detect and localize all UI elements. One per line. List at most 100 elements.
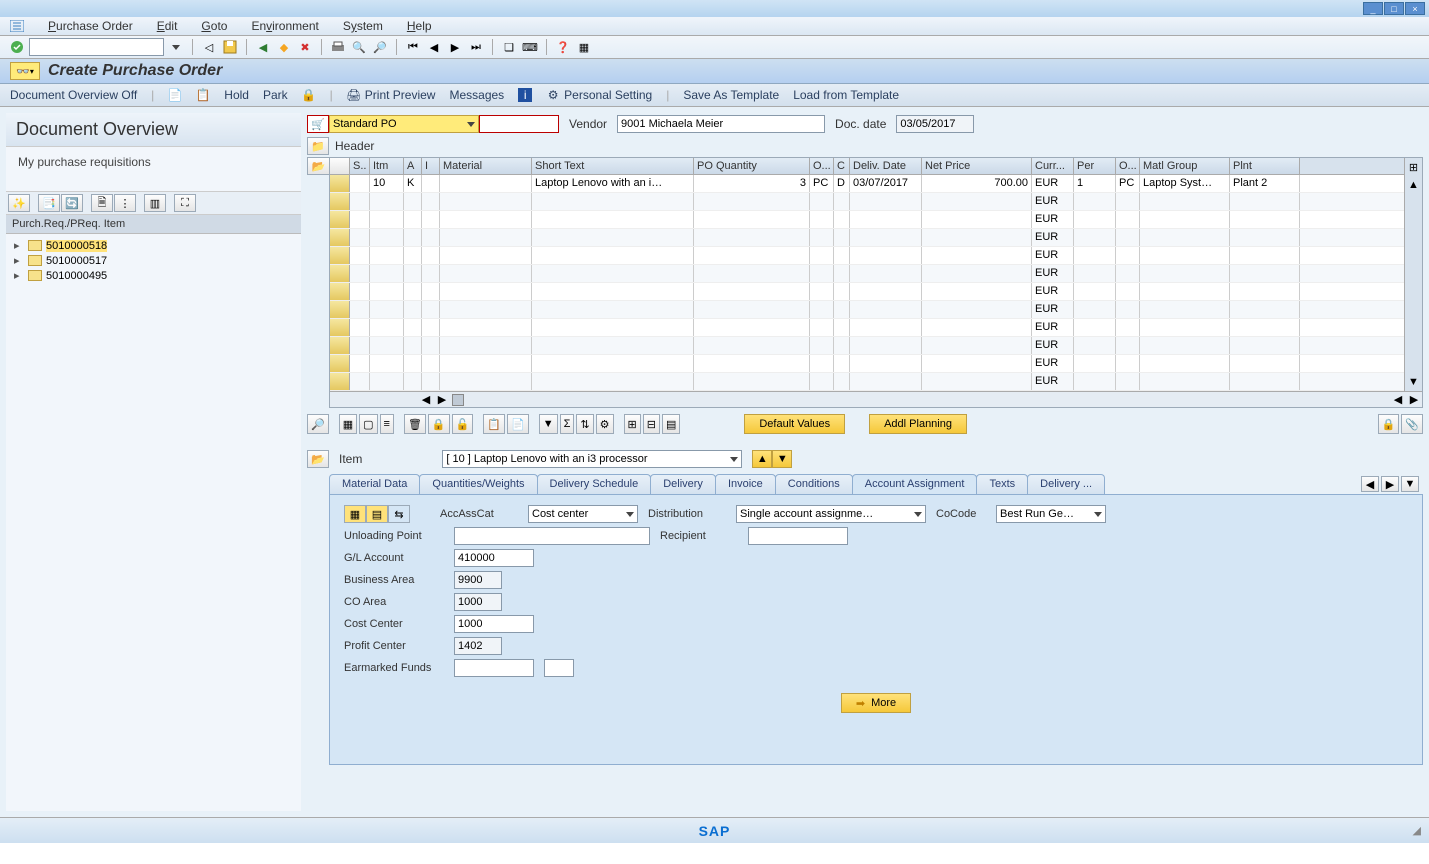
grid-cell[interactable] (810, 229, 834, 246)
resize-corner-icon[interactable]: ◢ (1413, 824, 1421, 837)
grid-cell[interactable] (422, 247, 440, 264)
grid-cell[interactable]: PC (810, 175, 834, 192)
grid-cell[interactable] (850, 283, 922, 300)
table-row[interactable]: EUR (330, 211, 1404, 229)
grid-cell[interactable] (350, 301, 370, 318)
grid-cell[interactable] (1140, 373, 1230, 390)
expand-icon[interactable]: ⊞ (624, 414, 641, 434)
grid-cell[interactable] (532, 193, 694, 210)
row-selector[interactable] (330, 211, 350, 228)
settings2-icon[interactable]: ⚙ (596, 414, 614, 434)
grid-cell[interactable] (1074, 247, 1116, 264)
table-row[interactable]: EUR (330, 337, 1404, 355)
check-icon[interactable]: 🔒 (302, 88, 316, 102)
cost-center-input[interactable] (454, 615, 534, 633)
window-close-button[interactable]: × (1405, 2, 1425, 15)
gl-account-input[interactable] (454, 549, 534, 567)
tab-account-assignment[interactable]: Account Assignment (852, 474, 978, 494)
grid-cell[interactable]: D (834, 175, 850, 192)
tab-conditions[interactable]: Conditions (775, 474, 853, 494)
grid-vscroll[interactable]: ⊞ ▲ ▼ (1404, 158, 1422, 391)
grid-cell[interactable]: 10 (370, 175, 404, 192)
col-oun[interactable]: O... (810, 158, 834, 174)
delete-icon[interactable]: 🗑 (404, 414, 426, 434)
cocode-select[interactable]: Best Run Ge… (996, 505, 1106, 523)
default-values-button[interactable]: Default Values (744, 414, 845, 434)
grid-cell[interactable] (350, 211, 370, 228)
grid-cell[interactable] (350, 355, 370, 372)
col-po-qty[interactable]: PO Quantity (694, 158, 810, 174)
grid-cell[interactable] (422, 175, 440, 192)
addl-planning-button[interactable]: Addl Planning (869, 414, 967, 434)
table-row[interactable]: EUR (330, 229, 1404, 247)
item-overview-collapse-icon[interactable]: 📂 (307, 157, 329, 175)
grid-cell[interactable] (532, 301, 694, 318)
scroll-up-icon[interactable]: ▲ (1405, 176, 1422, 194)
grid-cell[interactable]: EUR (1032, 265, 1074, 282)
refresh-icon[interactable]: 🔄 (61, 194, 83, 212)
grid-cell[interactable] (422, 265, 440, 282)
grid-cell[interactable] (1140, 229, 1230, 246)
grid-cell[interactable] (370, 247, 404, 264)
lock-icon[interactable]: 🔒 (428, 414, 450, 434)
grid-cell[interactable] (922, 301, 1032, 318)
new-session-icon[interactable]: ❏ (500, 38, 518, 56)
grid-cell[interactable] (532, 265, 694, 282)
grid-cell[interactable] (350, 265, 370, 282)
personal-setting-button[interactable]: ⚙Personal Setting (546, 88, 652, 102)
grid-cell[interactable] (694, 337, 810, 354)
grid-cell[interactable] (1116, 229, 1140, 246)
grid-cell[interactable] (350, 319, 370, 336)
col-matl-group[interactable]: Matl Group (1140, 158, 1230, 174)
col-deliv-date[interactable]: Deliv. Date (850, 158, 922, 174)
table-row[interactable]: EUR (330, 355, 1404, 373)
col-plnt[interactable]: Plnt (1230, 158, 1300, 174)
grid-cell[interactable] (440, 211, 532, 228)
grid-cell[interactable]: EUR (1032, 211, 1074, 228)
earmarked-funds-item-input[interactable] (544, 659, 574, 677)
tab-invoice[interactable]: Invoice (715, 474, 776, 494)
grid-cell[interactable] (532, 337, 694, 354)
grid-cell[interactable] (404, 247, 422, 264)
grid-cell[interactable] (810, 301, 834, 318)
title-badge-icon[interactable]: 👓▾ (10, 62, 40, 80)
select-all-icon[interactable]: ▦ (339, 414, 357, 434)
grid-cell[interactable] (694, 319, 810, 336)
grid-cell[interactable] (1230, 337, 1300, 354)
grid-cell[interactable] (1140, 283, 1230, 300)
grid-cell[interactable] (370, 283, 404, 300)
info-icon[interactable]: i (518, 88, 532, 102)
item-sort-icon[interactable]: ≡ (380, 414, 394, 434)
grid-cell[interactable] (422, 355, 440, 372)
layout2-icon[interactable]: ▤ (662, 414, 680, 434)
grid-cell[interactable] (1140, 193, 1230, 210)
shortcut-icon[interactable]: ⌨ (521, 38, 539, 56)
grid-cell[interactable] (404, 337, 422, 354)
grid-cell[interactable] (850, 211, 922, 228)
grid-cell[interactable] (404, 193, 422, 210)
grid-cell[interactable] (922, 355, 1032, 372)
grid-cell[interactable] (1074, 355, 1116, 372)
grid-cell[interactable]: EUR (1032, 373, 1074, 390)
grid-cell[interactable] (350, 373, 370, 390)
grid-cell[interactable] (350, 229, 370, 246)
co-area-input[interactable] (454, 593, 502, 611)
save-icon[interactable] (221, 38, 239, 56)
row-selector[interactable] (330, 319, 350, 336)
more-button[interactable]: ➡More (841, 693, 911, 713)
row-selector[interactable] (330, 373, 350, 390)
grid-cell[interactable]: EUR (1032, 319, 1074, 336)
first-page-icon[interactable]: ⏮ (404, 38, 422, 56)
grid-cell[interactable] (532, 373, 694, 390)
grid-cell[interactable] (1116, 283, 1140, 300)
grid-cell[interactable] (422, 283, 440, 300)
grid-cell[interactable] (1230, 301, 1300, 318)
earmarked-funds-input[interactable] (454, 659, 534, 677)
col-i[interactable]: I (422, 158, 440, 174)
grid-cell[interactable] (834, 373, 850, 390)
grid-cell[interactable] (694, 301, 810, 318)
col-opu[interactable]: O... (1116, 158, 1140, 174)
grid-cell[interactable] (422, 373, 440, 390)
grid-cell[interactable]: 700.00 (922, 175, 1032, 192)
tab-scroll-left-icon[interactable]: ◀ (1361, 476, 1379, 492)
